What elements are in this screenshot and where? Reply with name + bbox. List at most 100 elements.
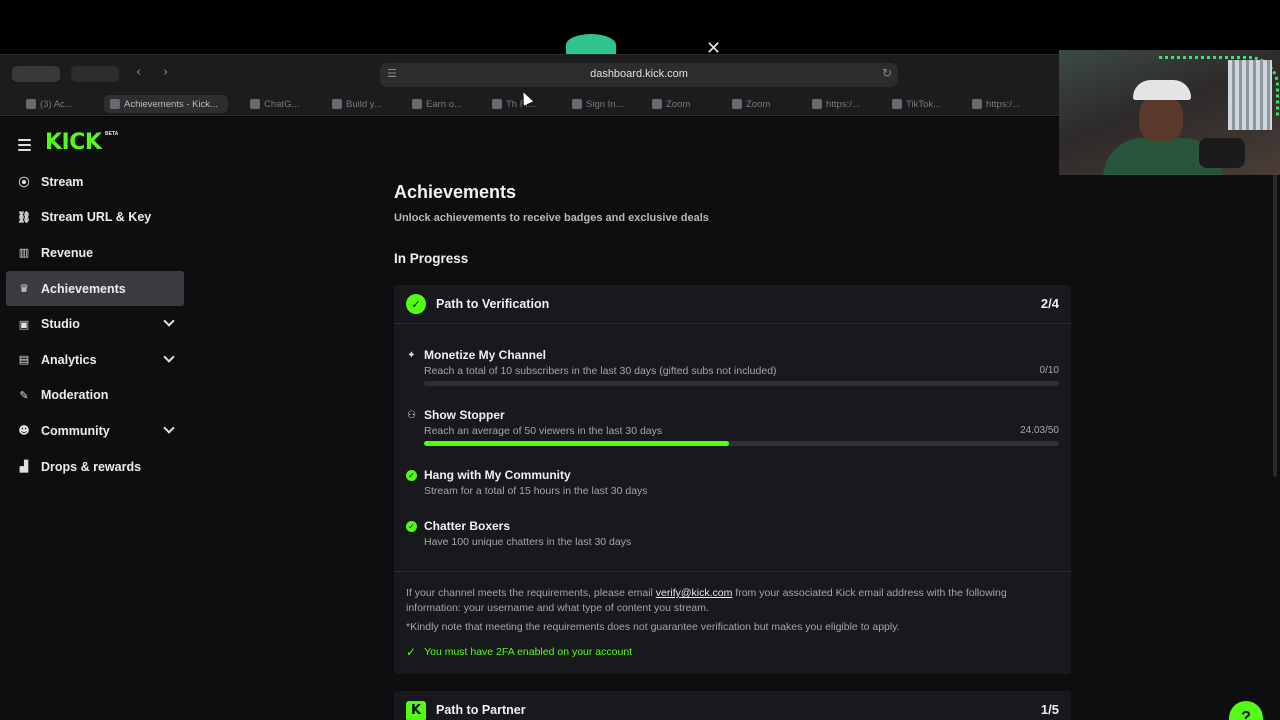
partner-card[interactable]: K Path to Partner 1/5 [394,691,1071,720]
browser-tab[interactable]: https:/... [972,95,1028,113]
sidebar-item-studio[interactable]: ▣ Studio [6,306,184,342]
link-icon: ⛓ [17,210,31,224]
verified-badge-icon: ✓ [406,294,426,314]
help-chat-button[interactable]: ? [1229,701,1263,720]
note-pre: If your channel meets the requirements, … [406,587,656,599]
sidebar-item-label: Drops & rewards [41,459,142,474]
forward-icon[interactable]: › [163,65,168,80]
sidebar-item-label: Community [41,423,110,438]
achievement-description: Reach a total of 10 subscribers in the l… [424,365,777,377]
check-icon: ✓ [406,645,417,659]
favicon-icon [652,99,662,109]
microphone [1199,138,1245,168]
verification-card: ✓ Path to Verification 2/4 ✦ Monetize My … [394,285,1071,674]
sidebar-item-label: Analytics [41,352,97,367]
person-hat [1133,80,1191,100]
achievement-item: ✦ Monetize My Channel Reach a total of 10 … [406,348,1059,392]
achievement-description: Have 100 unique chatters in the last 30 … [424,536,632,548]
tab-label: https:/... [826,98,860,110]
reload-icon[interactable]: ↻ [882,66,892,80]
favicon-icon [892,99,902,109]
partner-title: Path to Partner [436,703,526,717]
sidebar-item-community[interactable]: ☻ Community [6,413,184,449]
verify-email-link[interactable]: verify@kick.com [656,587,733,599]
completed-check-icon: ✓ [406,521,417,532]
favicon-icon [26,99,36,109]
drops-icon: ▟ [19,460,29,474]
tab-label: Zoom [666,98,691,110]
favicon-icon [572,99,582,109]
browser-tab[interactable]: https:/... [812,95,868,113]
browser-tab[interactable]: TikTok... [892,95,948,113]
achievement-description: Reach an average of 50 viewers in the la… [424,425,663,437]
browser-tab[interactable]: Zoom [732,95,788,113]
back-icon[interactable]: ‹ [136,65,141,80]
2fa-requirement: ✓ You must have 2FA enabled on your accou… [406,645,632,659]
verification-card-header[interactable]: ✓ Path to Verification 2/4 [394,285,1071,324]
browser-tab[interactable]: Earn o... [412,95,472,113]
sidebar-nav: ⦿ Stream ⛓ Stream URL & Key ▥ Revenue ♛ Achieve… [6,164,184,484]
sidebar-item-label: Stream URL & Key [41,210,152,225]
kick-badge-icon: K [406,701,426,720]
favicon-icon [492,99,502,109]
achievement-item: ✓ Hang with My Community Stream for a tota… [406,468,1059,512]
sidebar-item-stream-url-key[interactable]: ⛓ Stream URL & Key [6,200,184,236]
sidebar-item-revenue[interactable]: ▥ Revenue [6,235,184,271]
address-bar[interactable]: ☰ dashboard.kick.com ↻ [380,63,898,87]
window-blinds [1228,60,1272,130]
sidebar-toggle-button[interactable] [71,66,119,82]
sidebar-item-stream[interactable]: ⦿ Stream [6,164,184,200]
tab-label: TikTok... [906,98,942,110]
sidebar-item-achievements[interactable]: ♛ Achievements [6,270,184,307]
favicon-icon [972,99,982,109]
chevron-down-icon[interactable] [163,315,175,328]
achievement-item: ⚇ Show Stopper Reach an average of 50 view… [406,408,1059,452]
favicon-icon [412,99,422,109]
beta-label: BETA [105,131,119,137]
section-heading: In Progress [394,251,469,266]
tab-label: ChatG... [264,98,300,110]
favicon-icon [332,99,342,109]
favicon-icon [110,99,120,109]
chevron-down-icon[interactable] [163,351,175,363]
community-icon: ☻ [18,424,30,438]
achievement-progress-value: 24.03/50 [1020,425,1059,436]
studio-icon: ▣ [18,317,30,331]
card-title: Path to Verification [436,297,550,311]
sidebar-item-label: Studio [41,317,80,332]
decorative-shape [566,34,616,56]
browser-tab[interactable]: Zoom [652,95,708,113]
menu-icon[interactable] [18,139,31,154]
achievement-description: Stream for a total of 15 hours in the la… [424,485,648,497]
tab-label: https:/... [986,98,1020,110]
favicon-icon [812,99,822,109]
browser-tab[interactable]: Achievements - Kick... [104,95,228,113]
page-title: Achievements [394,182,517,202]
progress-bar [424,441,1059,446]
tab-label: (3) Ac... [40,98,73,110]
tab-label: Achievements - Kick... [124,98,218,110]
chevron-down-icon[interactable] [163,422,175,434]
achievement-title: Monetize My Channel [424,348,547,362]
achievement-title: Show Stopper [424,408,505,422]
browser-tab[interactable]: (3) Ac... [26,95,78,113]
browser-tab[interactable]: Sign In... [572,95,630,113]
browser-tab[interactable]: Build y... [332,95,394,113]
page-subtitle: Unlock achievements to receive badges an… [394,212,709,224]
kick-logo[interactable]: KICK [45,130,102,155]
partner-count: 1/5 [1040,702,1059,717]
kick-dashboard: KICK BETA ⦿ Stream ⛓ Stream URL & Key ▥ Reven… [0,117,1280,720]
broadcast-icon: ⦿ [18,175,30,189]
sidebar-item-label: Revenue [41,245,94,260]
verification-note: If your channel meets the requirements, … [394,571,1071,659]
viewers-icon: ⚇ [407,410,416,421]
browser-toolbar: ‹ › ☰ dashboard.kick.com ↻ [0,54,1060,92]
progress-bar [424,381,1059,386]
browser-tab[interactable]: ChatG... [250,95,308,113]
person-face [1139,96,1183,142]
sidebar-item-moderation[interactable]: ✎ Moderation [6,378,184,414]
desktop-strip: ✕ [0,0,1280,59]
sidebar-item-drops-rewards[interactable]: ▟ Drops & rewards [6,449,184,485]
profile-button[interactable] [12,66,60,82]
sidebar-item-analytics[interactable]: ▤ Analytics [6,342,184,378]
